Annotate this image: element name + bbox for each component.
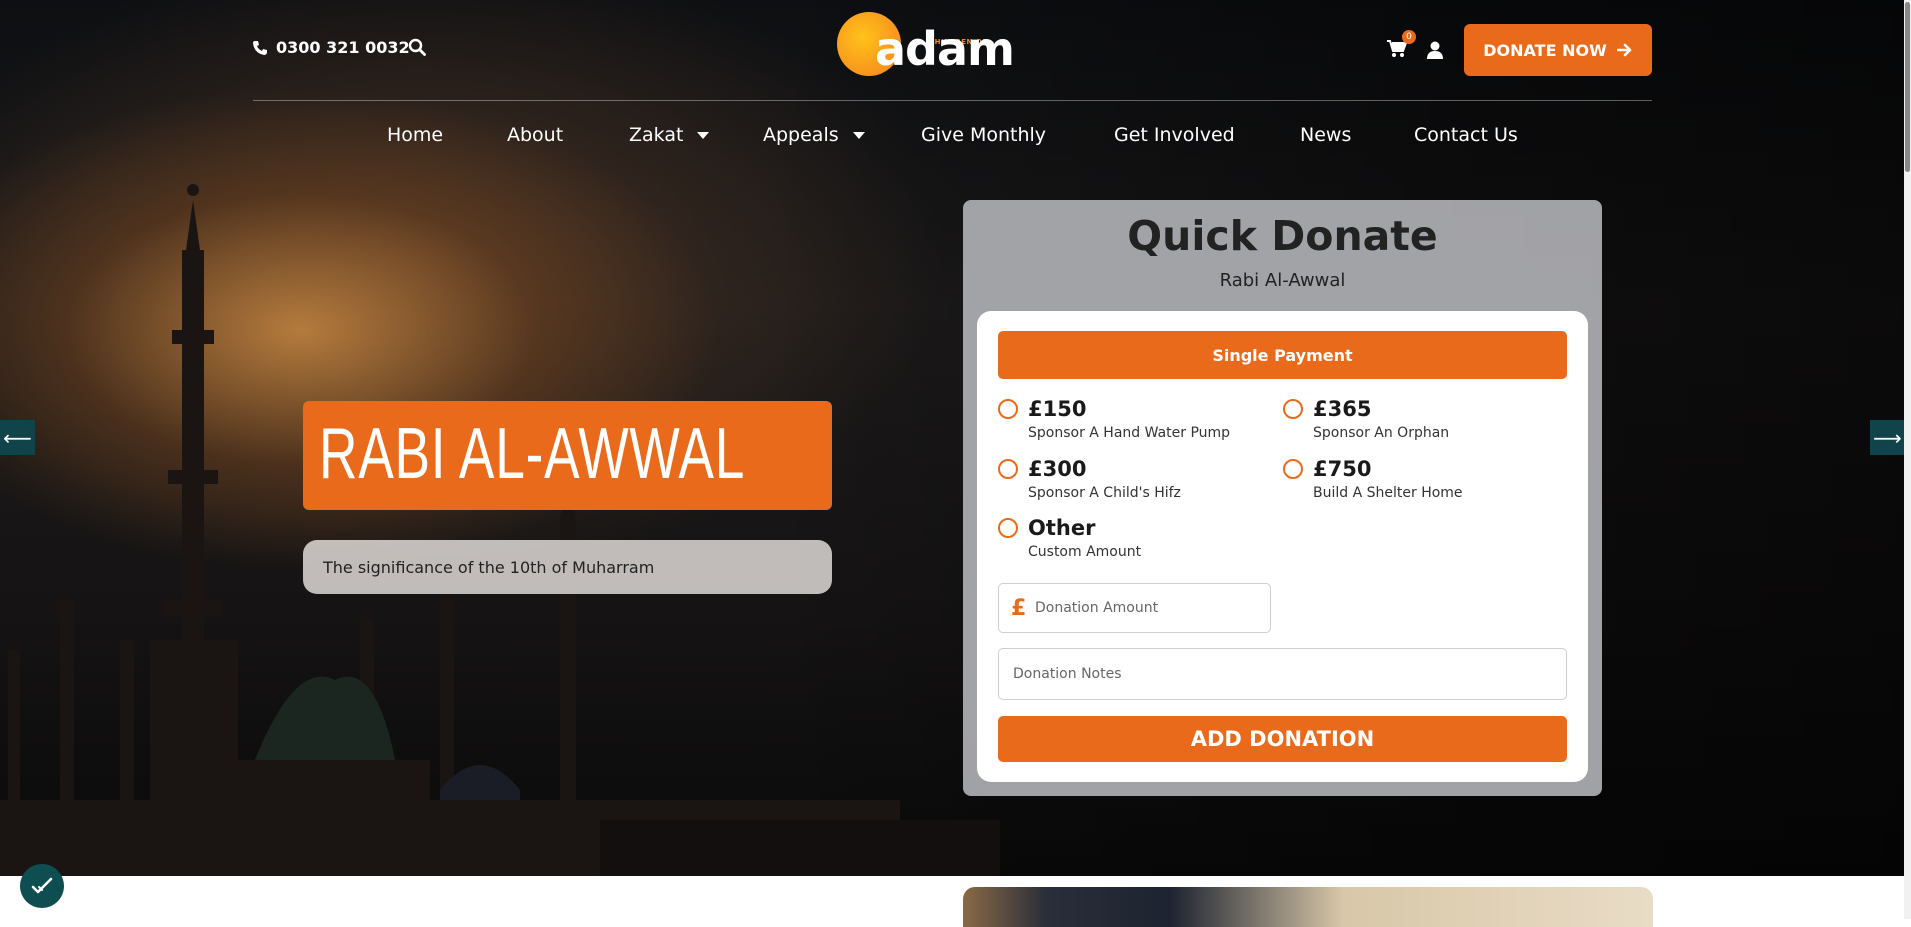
check-badge-icon	[31, 877, 53, 894]
nav-contact-us[interactable]: Contact Us	[1414, 120, 1518, 150]
hero-subtitle: The significance of the 10th of Muharram	[323, 557, 655, 577]
nav-zakat[interactable]: Zakat	[629, 120, 710, 150]
account-button[interactable]	[1427, 41, 1443, 63]
quick-donate-panel: Quick Donate Rabi Al-Awwal Single Paymen…	[963, 200, 1602, 796]
option-description: Custom Amount	[1028, 544, 1142, 560]
site-logo[interactable]: CHILDREN OF adam	[835, 8, 1015, 78]
slider-prev-button[interactable]: ⟵	[0, 420, 35, 455]
search-button[interactable]	[408, 38, 426, 60]
option-amount: £300	[1028, 457, 1087, 481]
radio-button[interactable]	[998, 459, 1018, 479]
option-300[interactable]: £300 Sponsor A Child's Hifz	[998, 457, 1258, 505]
hero-title: RABI AL-AWWAL	[319, 414, 746, 494]
page-scrollbar[interactable]	[1904, 0, 1911, 919]
option-365[interactable]: £365 Sponsor An Orphan	[1283, 397, 1543, 445]
slider-next-button[interactable]: ⟶	[1870, 420, 1905, 455]
option-150[interactable]: £150 Sponsor A Hand Water Pump	[998, 397, 1258, 445]
option-description: Sponsor A Hand Water Pump	[1028, 425, 1231, 441]
pound-icon: £	[1011, 595, 1027, 621]
option-amount: £750	[1313, 457, 1372, 481]
arrow-right-icon: ⟶	[1873, 425, 1902, 450]
phone-contact[interactable]: 0300 321 0032	[252, 38, 410, 57]
cart-count-badge: 0	[1402, 30, 1416, 44]
nav-about[interactable]: About	[507, 120, 563, 150]
quick-donate-appeal: Rabi Al-Awwal	[1219, 270, 1346, 291]
header-divider	[253, 100, 1652, 101]
cookie-consent-button[interactable]	[20, 864, 64, 908]
radio-button[interactable]	[1283, 459, 1303, 479]
hero-title-banner: RABI AL-AWWAL	[303, 401, 832, 510]
quick-donate-form: Single Payment £150 Sponsor A Hand Water…	[977, 311, 1588, 782]
user-icon	[1427, 41, 1443, 59]
nav-give-monthly[interactable]: Give Monthly	[921, 120, 1046, 150]
add-donation-button[interactable]: ADD DONATION	[998, 716, 1567, 762]
quick-donate-title: Quick Donate	[1127, 212, 1438, 260]
chevron-down-icon	[697, 131, 710, 139]
option-other[interactable]: Other Custom Amount	[998, 516, 1258, 564]
radio-button[interactable]	[998, 399, 1018, 419]
radio-button[interactable]	[1283, 399, 1303, 419]
search-icon	[408, 38, 426, 56]
nav-home[interactable]: Home	[387, 120, 443, 150]
nav-label: News	[1300, 124, 1352, 146]
donation-notes-input[interactable]	[998, 648, 1567, 700]
nav-label: Home	[387, 124, 444, 146]
hero-subtitle-link[interactable]: The significance of the 10th of Muharram	[303, 540, 832, 594]
option-amount: £365	[1313, 397, 1372, 421]
payment-type-label: Single Payment	[1212, 345, 1353, 365]
cart-button[interactable]	[1387, 40, 1408, 62]
option-description: Sponsor An Orphan	[1313, 425, 1450, 441]
add-donation-label: ADD DONATION	[1190, 727, 1375, 751]
nav-news[interactable]: News	[1300, 120, 1351, 150]
donation-amount-field: £	[998, 583, 1271, 633]
nav-label: Zakat	[629, 124, 684, 146]
option-description: Sponsor A Child's Hifz	[1028, 485, 1181, 501]
nav-label: Contact Us	[1414, 124, 1518, 146]
donate-now-button[interactable]: DONATE NOW	[1464, 24, 1652, 76]
arrow-left-icon: ⟵	[3, 425, 32, 450]
phone-icon	[253, 40, 267, 55]
option-amount: £150	[1028, 397, 1087, 421]
single-payment-button[interactable]: Single Payment	[998, 331, 1567, 379]
scrollbar-thumb[interactable]	[1905, 2, 1910, 172]
nav-label: Appeals	[763, 124, 839, 146]
option-amount: Other	[1028, 516, 1096, 540]
logo-wordmark: adam	[875, 22, 1015, 76]
nav-appeals[interactable]: Appeals	[763, 120, 865, 150]
donate-now-label: DONATE NOW	[1483, 40, 1607, 60]
nav-label: Get Involved	[1114, 124, 1235, 146]
next-section-image	[963, 887, 1653, 927]
nav-label: About	[507, 124, 564, 146]
radio-button[interactable]	[998, 518, 1018, 538]
option-750[interactable]: £750 Build A Shelter Home	[1283, 457, 1543, 505]
nav-label: Give Monthly	[921, 124, 1047, 146]
nav-get-involved[interactable]: Get Involved	[1114, 120, 1235, 150]
phone-number: 0300 321 0032	[276, 38, 410, 57]
chevron-down-icon	[852, 131, 865, 139]
option-description: Build A Shelter Home	[1313, 485, 1463, 501]
donation-amount-input[interactable]	[1033, 599, 1237, 617]
arrow-right-icon	[1616, 43, 1632, 57]
